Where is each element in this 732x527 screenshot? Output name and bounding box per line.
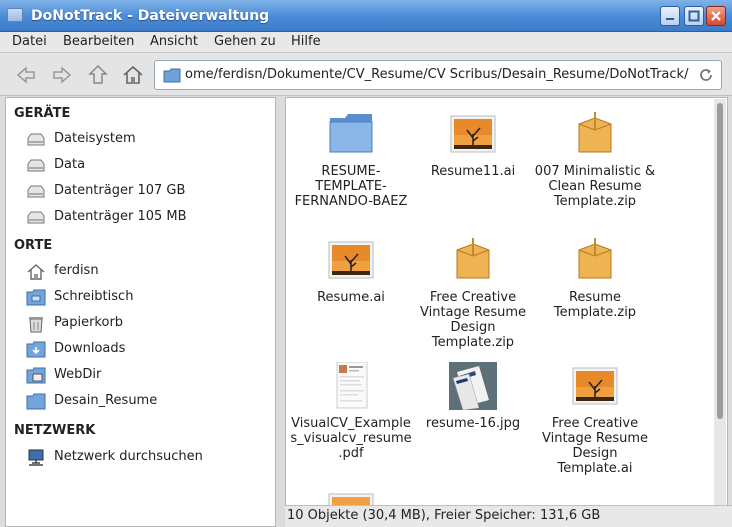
sidebar-item-ferdisn[interactable]: ferdisn [24,260,269,284]
file-item[interactable]: Resume.ai [290,236,412,305]
sidebar: GERÄTE Dateisystem Data Datenträger 107 … [5,97,276,527]
scrollbar-thumb[interactable] [717,103,723,419]
web-folder-icon [26,367,46,384]
sidebar-item-datentraeger-105[interactable]: Datenträger 105 MB [24,206,269,230]
location-path: ome/ferdisn/Dokumente/CV_Resume/CV Scrib… [185,67,689,82]
sidebar-item-label: ferdisn [54,263,99,278]
arrow-left-icon [16,66,35,84]
window-title: DoNotTrack - Dateiverwaltung [31,8,270,24]
app-icon [7,8,23,22]
file-name: 007 Minimalistic & Clean Resume Template… [534,164,656,209]
file-name: Free Creative Vintage Resume Design Temp… [541,416,649,476]
archive-icon [456,238,490,279]
sidebar-item-downloads[interactable]: Downloads [24,338,269,362]
jpg-thumbnail-icon [449,362,497,411]
home-icon [123,65,143,84]
file-name: Free Creative Vintage Resume Design Temp… [419,290,527,350]
status-text: 10 Objekte (30,4 MB), Freier Speicher: 1… [287,508,601,523]
file-name: Resume.ai [317,290,385,305]
up-button[interactable] [86,63,110,87]
folder-icon [26,393,46,410]
menu-gehen-zu[interactable]: Gehen zu [214,34,276,49]
file-item[interactable]: VisualCV_Examples_visualcv_resume.pdf [290,361,412,461]
home-icon [27,264,45,280]
arrow-up-icon [88,64,108,84]
file-name: Resume Template.zip [553,290,637,320]
pdf-thumbnail-icon [336,361,368,409]
sidebar-item-label: Papierkorb [54,315,124,330]
sidebar-item-desain-resume[interactable]: Desain_Resume [24,390,269,414]
drive-icon [27,159,45,172]
title-bar: DoNotTrack - Dateiverwaltung [0,0,732,32]
close-button[interactable] [706,6,726,26]
sidebar-item-schreibtisch[interactable]: Schreibtisch [24,286,269,310]
file-name: resume-16.jpg [425,416,521,431]
sidebar-item-label: Schreibtisch [54,289,134,304]
sidebar-item-label: Desain_Resume [54,393,158,408]
pane-splitter[interactable] [276,97,285,527]
vertical-scrollbar[interactable] [714,99,726,505]
sidebar-item-label: Dateisystem [54,131,136,146]
folder-icon [163,68,181,83]
file-name: RESUME-TEMPLATE-FERNANDO-BAEZ [294,164,408,209]
section-header-places: ORTE [14,238,53,253]
file-item[interactable]: Free Creative Vintage Resume Design Temp… [412,236,534,350]
location-bar[interactable]: ome/ferdisn/Dokumente/CV_Resume/CV Scrib… [154,60,722,90]
drive-icon [27,211,45,224]
drive-icon [27,133,45,146]
section-header-devices: GERÄTE [14,106,71,121]
sidebar-item-netzwerk[interactable]: Netzwerk durchsuchen [24,446,269,470]
forward-button[interactable] [50,63,74,87]
desktop-folder-icon [26,289,46,306]
sidebar-item-label: Datenträger 105 MB [54,209,187,224]
back-button[interactable] [14,63,38,87]
archive-icon [578,112,612,153]
file-name: Resume11.ai [430,164,516,179]
menu-bar: Datei Bearbeiten Ansicht Gehen zu Hilfe [0,32,732,53]
sidebar-item-label: Data [54,157,86,172]
file-item[interactable]: Resume Template.zip [534,236,656,320]
sidebar-item-label: WebDir [54,367,102,382]
status-bar: 10 Objekte (30,4 MB), Freier Speicher: 1… [285,505,732,527]
menu-datei[interactable]: Datei [12,34,47,49]
sidebar-item-webdir[interactable]: WebDir [24,364,269,388]
image-icon [450,115,496,153]
image-icon [572,367,618,405]
file-item[interactable]: Resume11.ai [412,110,534,179]
downloads-folder-icon [26,341,46,358]
folder-icon [329,114,373,153]
arrow-right-icon [53,66,72,84]
sidebar-item-label: Downloads [54,341,126,356]
menu-bearbeiten[interactable]: Bearbeiten [63,34,134,49]
file-item[interactable]: resume-16.jpg [412,362,534,431]
sidebar-item-label: Netzwerk durchsuchen [54,449,203,464]
file-item[interactable] [290,488,412,505]
file-item[interactable]: 007 Minimalistic & Clean Resume Template… [534,110,656,209]
sidebar-item-label: Datenträger 107 GB [54,183,186,198]
image-icon [328,493,374,505]
reload-icon[interactable] [697,66,715,84]
file-item[interactable]: Free Creative Vintage Resume Design Temp… [534,362,656,476]
file-view: RESUME-TEMPLATE-FERNANDO-BAEZ Resume11.a… [285,97,728,505]
trash-icon [29,317,43,333]
network-icon [28,449,44,466]
sidebar-item-data[interactable]: Data [24,154,269,178]
sidebar-item-papierkorb[interactable]: Papierkorb [24,312,269,336]
file-name: VisualCV_Examples_visualcv_resume.pdf [290,416,412,461]
menu-hilfe[interactable]: Hilfe [291,34,321,49]
maximize-button[interactable] [684,6,704,26]
image-icon [328,241,374,279]
drive-icon [27,185,45,198]
archive-icon [578,238,612,279]
toolbar: ome/ferdisn/Dokumente/CV_Resume/CV Scrib… [0,53,732,96]
sidebar-item-datentraeger-107[interactable]: Datenträger 107 GB [24,180,269,204]
section-header-network: NETZWERK [14,423,96,438]
minimize-button[interactable] [660,6,680,26]
sidebar-item-dateisystem[interactable]: Dateisystem [24,128,269,152]
menu-ansicht[interactable]: Ansicht [150,34,198,49]
file-item[interactable]: RESUME-TEMPLATE-FERNANDO-BAEZ [290,110,412,209]
home-button[interactable] [121,63,145,87]
